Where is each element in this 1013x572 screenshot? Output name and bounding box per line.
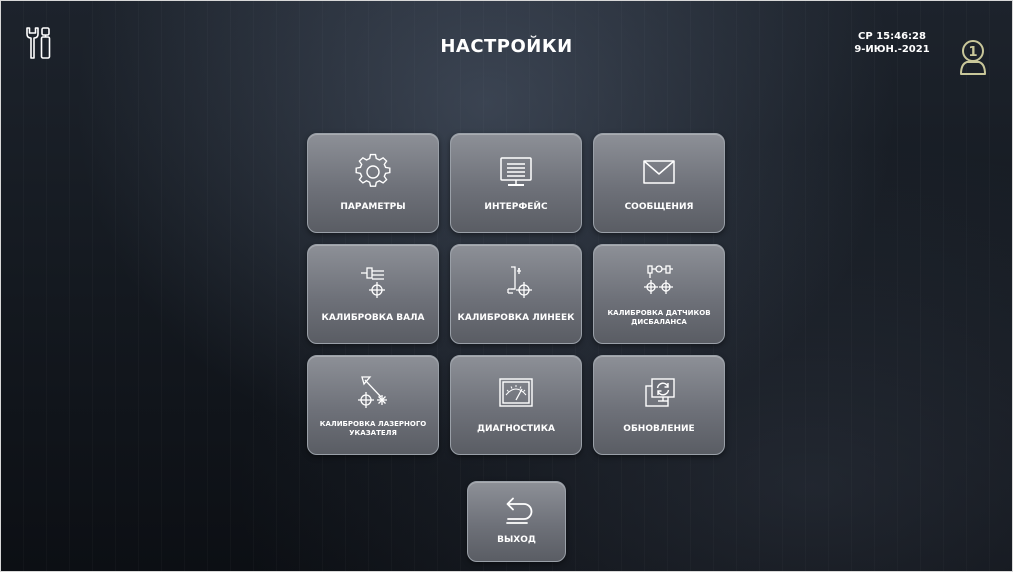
rulers-calibration-label: КАЛИБРОВКА ЛИНЕЕК — [457, 312, 575, 323]
date-time-display: СР 15:46:28 9-ИЮН.-2021 — [842, 30, 942, 56]
exit-button[interactable]: ВЫХОД — [467, 481, 566, 562]
gauge-icon — [496, 374, 536, 414]
monitor-icon — [496, 152, 536, 192]
laser-crosshair-icon — [353, 374, 393, 414]
user-icon[interactable]: 1 — [956, 38, 990, 78]
user-number: 1 — [968, 45, 977, 60]
imbalance-sensors-calibration-button[interactable]: КАЛИБРОВКА ДАТЧИКОВ ДИСБАЛАНСА — [593, 244, 725, 344]
date-text: 9-ИЮН.-2021 — [854, 44, 930, 55]
envelope-icon — [639, 152, 679, 192]
sensors-crosshair-icon — [639, 263, 679, 303]
rulers-calibration-button[interactable]: КАЛИБРОВКА ЛИНЕЕК — [450, 244, 582, 344]
shaft-calibration-label: КАЛИБРОВКА ВАЛА — [321, 312, 425, 323]
update-button[interactable]: ОБНОВЛЕНИЕ — [593, 355, 725, 455]
parameters-button[interactable]: ПАРАМЕТРЫ — [307, 133, 439, 233]
interface-button[interactable]: ИНТЕРФЕЙС — [450, 133, 582, 233]
gear-icon — [353, 152, 393, 192]
diagnostics-button[interactable]: ДИАГНОСТИКА — [450, 355, 582, 455]
messages-button[interactable]: СООБЩЕНИЯ — [593, 133, 725, 233]
messages-label: СООБЩЕНИЯ — [624, 201, 694, 212]
shaft-crosshair-icon — [353, 263, 393, 303]
imbalance-sensors-calibration-label: КАЛИБРОВКА ДАТЧИКОВ ДИСБАЛАНСА — [607, 309, 711, 326]
laser-pointer-calibration-label: КАЛИБРОВКА ЛАЗЕРНОГО УКАЗАТЕЛЯ — [319, 420, 427, 437]
ruler-crosshair-icon — [496, 263, 536, 303]
diagnostics-label: ДИАГНОСТИКА — [476, 423, 556, 434]
refresh-monitor-icon — [639, 374, 679, 414]
day-time-text: СР 15:46:28 — [858, 31, 926, 42]
shaft-calibration-button[interactable]: КАЛИБРОВКА ВАЛА — [307, 244, 439, 344]
exit-label: ВЫХОД — [497, 534, 536, 545]
parameters-label: ПАРАМЕТРЫ — [340, 201, 406, 212]
laser-pointer-calibration-button[interactable]: КАЛИБРОВКА ЛАЗЕРНОГО УКАЗАТЕЛЯ — [307, 355, 439, 455]
interface-label: ИНТЕРФЕЙС — [484, 201, 548, 212]
update-label: ОБНОВЛЕНИЕ — [623, 423, 695, 434]
